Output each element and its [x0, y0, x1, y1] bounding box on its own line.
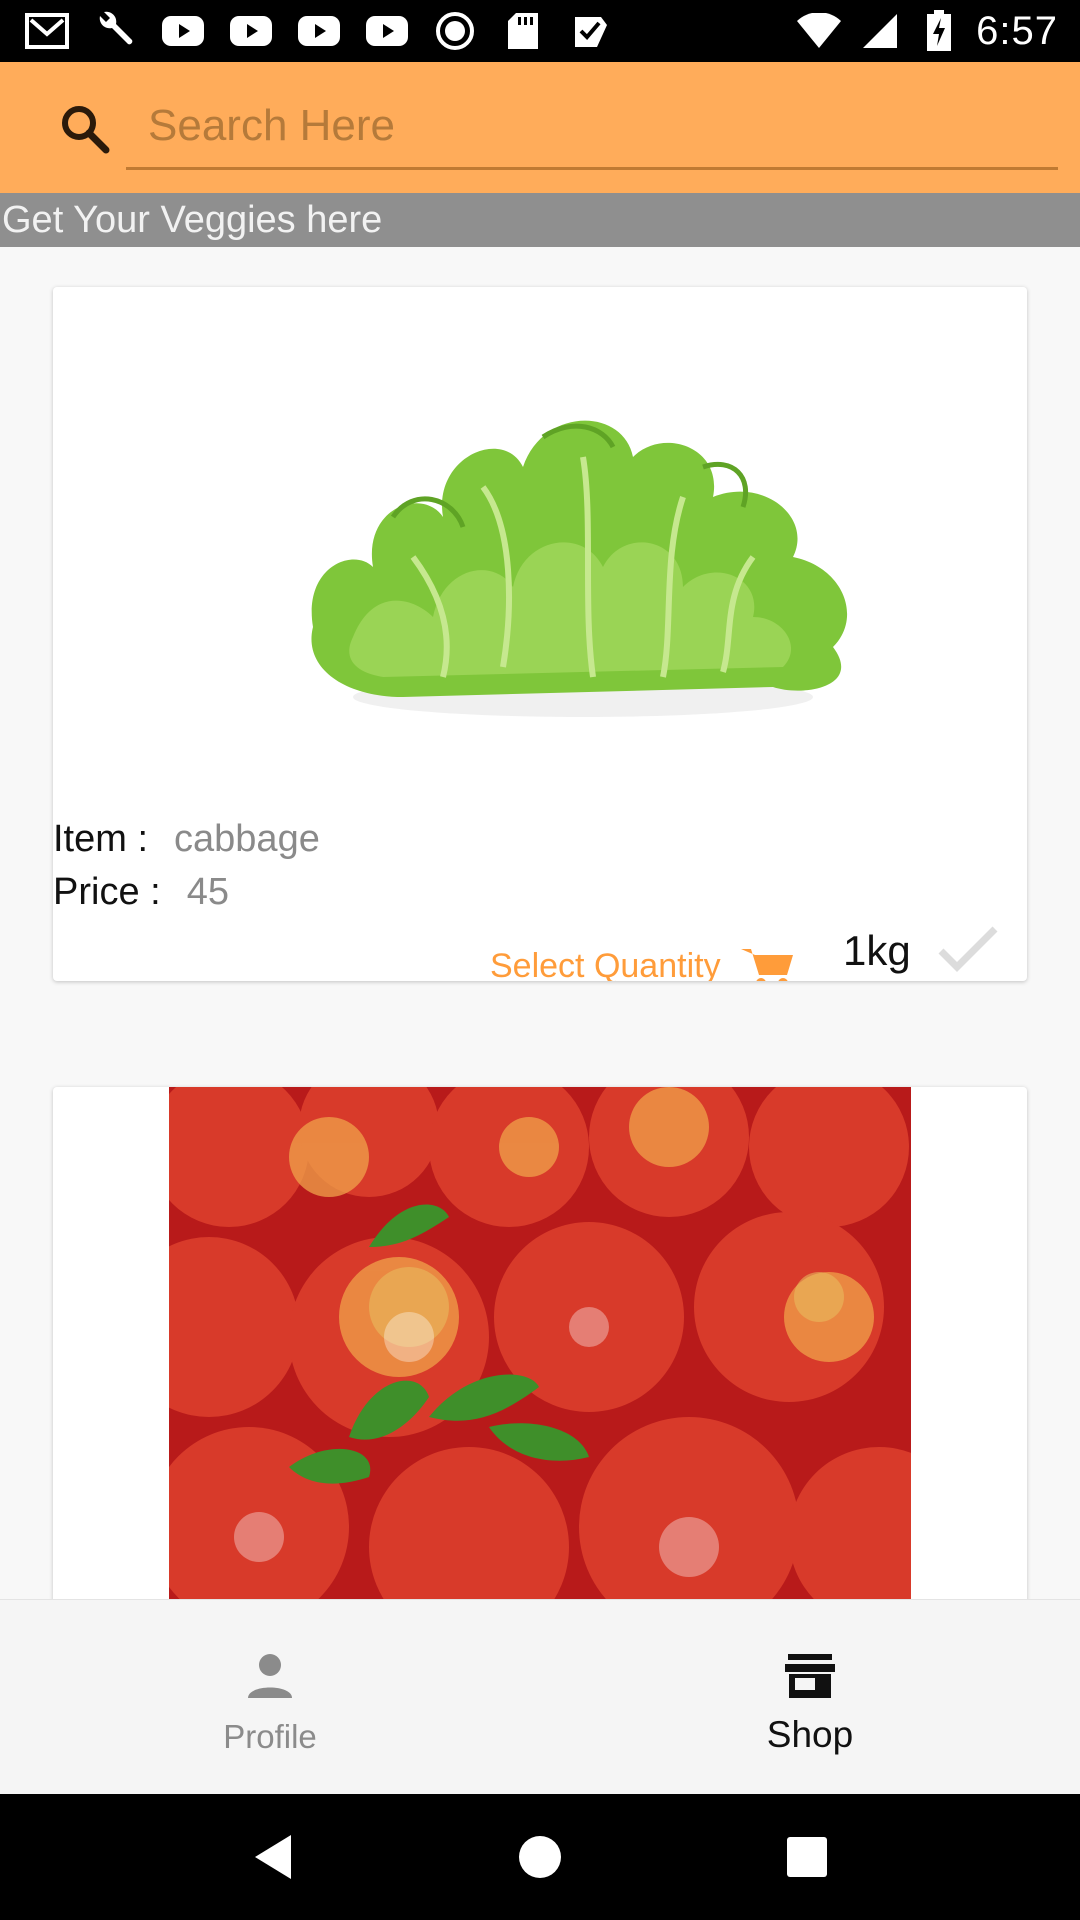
nav-item-shop[interactable]: Shop [540, 1600, 1080, 1795]
battery-charging-icon [916, 8, 962, 54]
product-card[interactable]: Item : cabbage Price :45 Select Quantity … [53, 287, 1027, 981]
search-icon[interactable] [58, 102, 112, 156]
youtube-icon [228, 8, 274, 54]
back-icon[interactable] [243, 1827, 303, 1887]
price-value: 45 [186, 871, 229, 913]
signal-icon [856, 8, 902, 54]
item-label: Item : [53, 818, 149, 860]
record-icon [432, 8, 478, 54]
lettuce-image [311, 420, 848, 717]
search-bar [0, 62, 1080, 193]
recents-icon[interactable] [777, 1827, 837, 1887]
store-icon [783, 1652, 837, 1702]
bottom-navigation: Profile Shop [0, 1599, 1080, 1794]
wrench-icon [92, 8, 138, 54]
status-bar: 6:57 [0, 0, 1080, 62]
price-row: Price : 45 [53, 871, 229, 914]
system-status: 6:57 [796, 8, 1080, 54]
quantity-value: 1kg [843, 927, 911, 974]
sd-card-icon [500, 8, 546, 54]
item-row: Item : cabbage [53, 818, 320, 861]
home-icon[interactable] [510, 1827, 570, 1887]
nav-label-profile: Profile [223, 1718, 317, 1755]
youtube-icon [160, 8, 206, 54]
nav-item-profile[interactable]: Profile [0, 1600, 540, 1795]
product-list[interactable]: Item : cabbage Price :45 Select Quantity … [0, 247, 1080, 1599]
item-value: cabbage [174, 818, 320, 860]
check-box-icon [568, 8, 614, 54]
banner: Get Your Veggies here [0, 193, 1080, 247]
wifi-icon [796, 8, 842, 54]
status-clock: 6:57 [976, 8, 1058, 53]
select-quantity-button[interactable]: Select Quantity [490, 947, 721, 981]
check-icon[interactable] [937, 923, 999, 975]
notification-icons [0, 8, 614, 54]
cart-icon[interactable] [739, 945, 795, 981]
apples-image [169, 1087, 911, 1599]
youtube-icon [364, 8, 410, 54]
youtube-icon [296, 8, 342, 54]
search-input[interactable] [126, 84, 1058, 170]
price-label: Price : [53, 871, 161, 913]
gmail-icon [24, 8, 70, 54]
nav-label-shop: Shop [766, 1714, 854, 1755]
screen: 6:57 Get Your Veggies here Item : cabbage… [0, 0, 1080, 1920]
system-navigation-bar [0, 1794, 1080, 1920]
product-card[interactable] [53, 1087, 1027, 1599]
person-icon [243, 1652, 297, 1702]
